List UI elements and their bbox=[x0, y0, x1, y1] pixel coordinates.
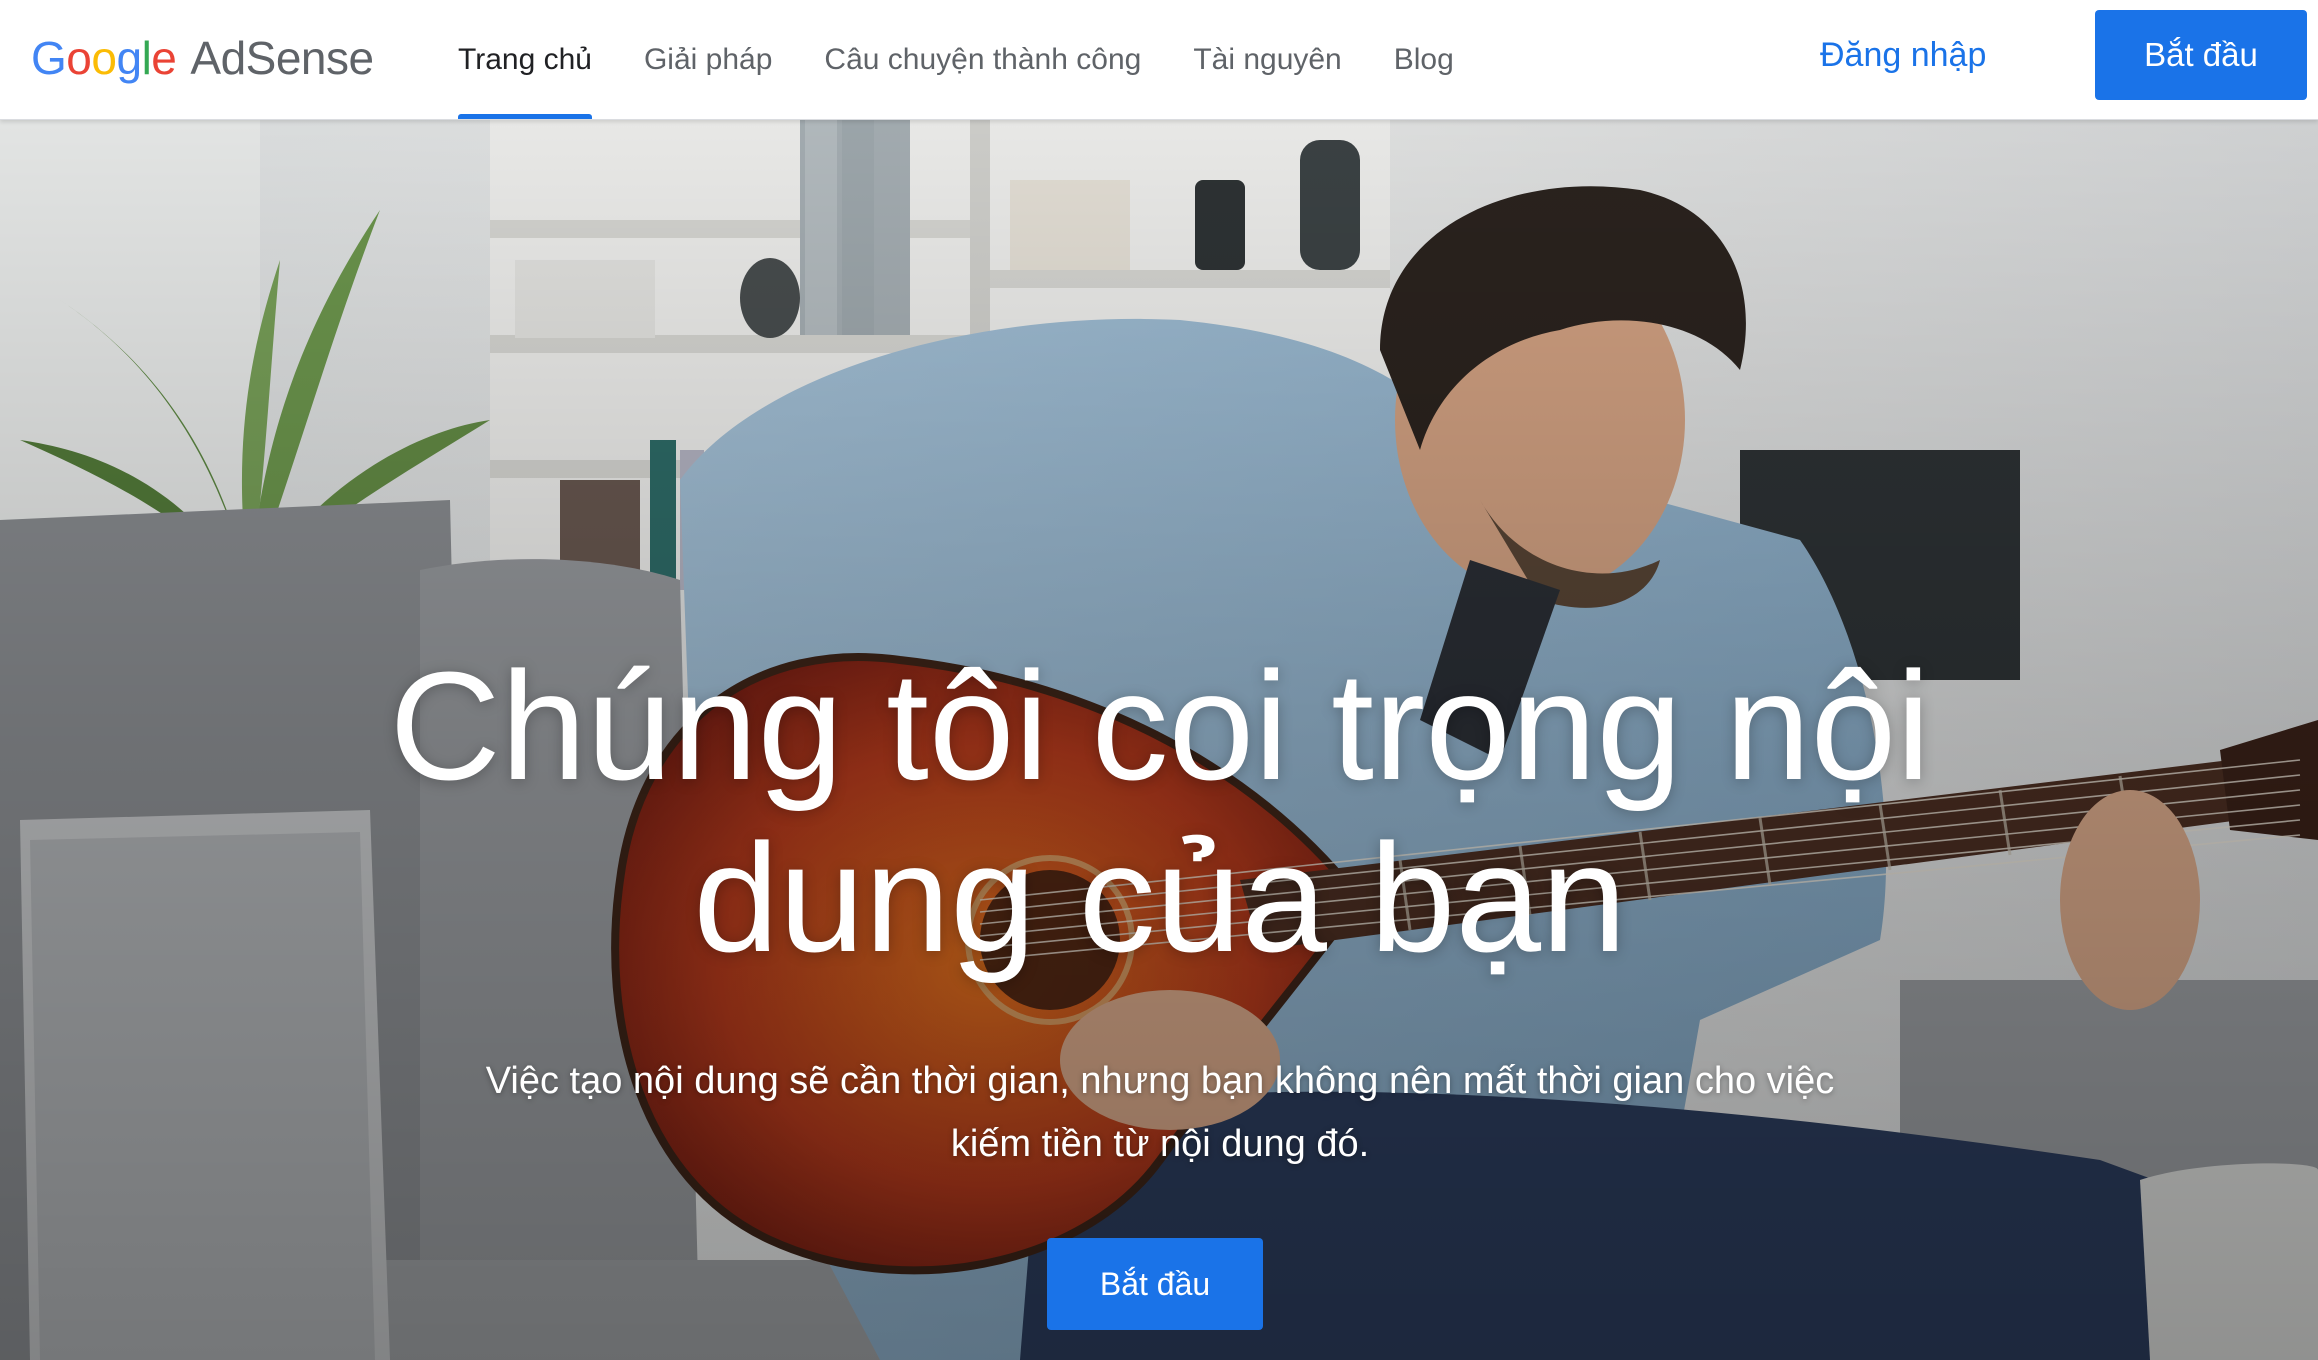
hero-subtitle: Việc tạo nội dung sẽ cần thời gian, nhưn… bbox=[400, 1050, 1920, 1176]
google-adsense-logo[interactable]: Google AdSense bbox=[31, 28, 374, 88]
get-started-button-header[interactable]: Bắt đầu bbox=[2095, 10, 2307, 100]
logo-letter-g2: g bbox=[116, 32, 142, 84]
hero-subtitle-line-2: kiếm tiền từ nội dung đó. bbox=[950, 1123, 1370, 1165]
nav-item-success-stories[interactable]: Câu chuyện thành công bbox=[798, 0, 1167, 119]
logo-product-name: AdSense bbox=[190, 32, 374, 84]
nav-item-resources[interactable]: Tài nguyên bbox=[1167, 0, 1367, 119]
hero-title-line-2: dung của bạn bbox=[693, 812, 1627, 984]
hero-title: Chúng tôi coi trọng nội dung của bạn bbox=[240, 640, 2080, 984]
main-nav: Trang chủ Giải pháp Câu chuyện thành côn… bbox=[432, 0, 1480, 119]
nav-item-solutions[interactable]: Giải pháp bbox=[618, 0, 798, 119]
logo-letter-o2: o bbox=[91, 32, 117, 84]
logo-letter-o1: o bbox=[66, 32, 92, 84]
logo-letter-l: l bbox=[141, 32, 152, 84]
logo-letter-g1: G bbox=[31, 32, 67, 84]
get-started-button-hero[interactable]: Bắt đầu bbox=[1047, 1238, 1263, 1330]
nav-item-blog[interactable]: Blog bbox=[1368, 0, 1480, 119]
hero-subtitle-line-1: Việc tạo nội dung sẽ cần thời gian, nhưn… bbox=[485, 1060, 1835, 1102]
nav-item-home[interactable]: Trang chủ bbox=[432, 0, 618, 119]
logo-letter-e: e bbox=[151, 32, 177, 84]
sign-in-link[interactable]: Đăng nhập bbox=[1820, 0, 1986, 110]
hero-section: Chúng tôi coi trọng nội dung của bạn Việc… bbox=[0, 120, 2318, 1360]
site-header: Google AdSense Trang chủ Giải pháp Câu c… bbox=[0, 0, 2318, 120]
hero-title-line-1: Chúng tôi coi trọng nội bbox=[389, 640, 1931, 812]
